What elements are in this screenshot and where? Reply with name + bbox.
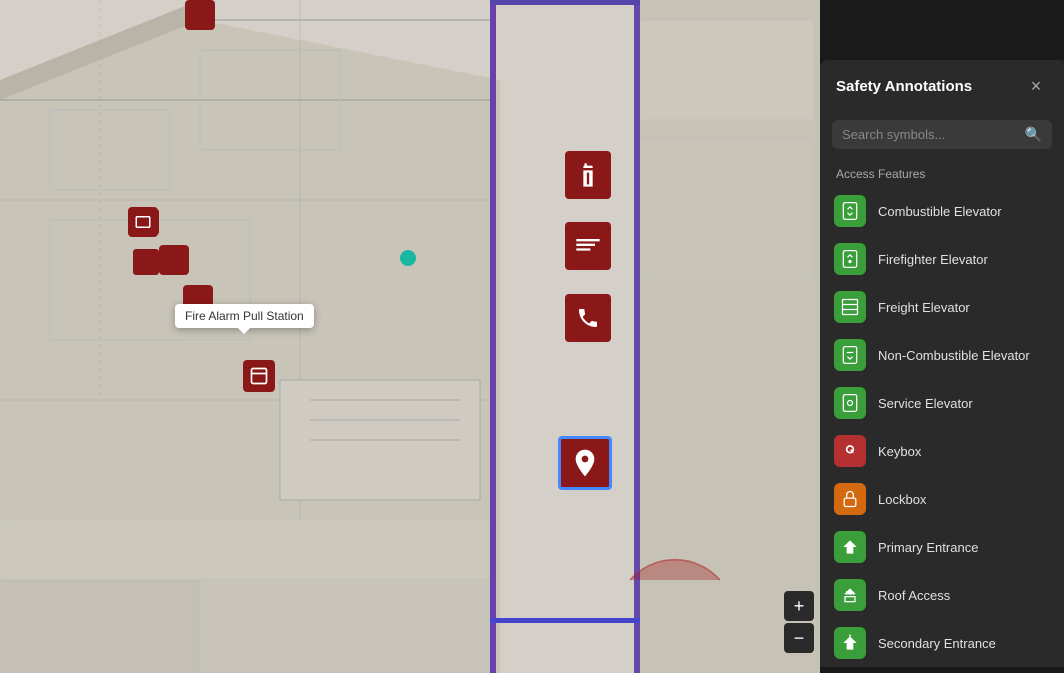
search-input[interactable] (842, 127, 1025, 142)
label-service-elevator: Service Elevator (878, 396, 973, 411)
panel-close-button[interactable]: × (1024, 74, 1048, 98)
label-firefighter-elevator: Firefighter Elevator (878, 252, 988, 267)
search-container: 🔍 (820, 112, 1064, 157)
map-icon-phone-left[interactable] (183, 285, 213, 315)
icon-combustible-elevator (834, 195, 866, 227)
panel-title: Safety Annotations (836, 78, 972, 95)
map-icon-phone[interactable] (565, 294, 611, 342)
map-area[interactable]: Fire Alarm Pull Station (0, 0, 820, 673)
list-item-service-elevator[interactable]: Service Elevator (820, 379, 1064, 427)
map-icon-selected[interactable] (558, 436, 612, 490)
label-freight-elevator: Freight Elevator (878, 300, 970, 315)
icon-roof-access: RA (834, 579, 866, 611)
map-icon-box[interactable] (243, 360, 275, 392)
search-icon: 🔍 (1025, 126, 1042, 143)
search-wrap: 🔍 (832, 120, 1052, 149)
label-keybox: Keybox (878, 444, 921, 459)
map-icon-left-3[interactable] (185, 0, 215, 30)
map-arc (610, 480, 740, 610)
icon-lockbox (834, 483, 866, 515)
zoom-controls: + − (784, 591, 814, 653)
map-icon-small-2[interactable] (133, 249, 159, 275)
map-icon-main-left[interactable] (128, 207, 158, 237)
icon-non-combustible-elevator (834, 339, 866, 371)
list-item-lockbox[interactable]: Lockbox (820, 475, 1064, 523)
zoom-out-button[interactable]: − (784, 623, 814, 653)
list-item-roof-access[interactable]: RA Roof Access (820, 571, 1064, 619)
label-primary-entrance: Primary Entrance (878, 540, 978, 555)
map-line-top (490, 0, 640, 5)
label-combustible-elevator: Combustible Elevator (878, 204, 1002, 219)
map-line-left (490, 0, 496, 673)
list-item-keybox[interactable]: Keybox (820, 427, 1064, 475)
list-item-primary-entrance[interactable]: Primary Entrance (820, 523, 1064, 571)
map-icon-left-2[interactable] (159, 245, 189, 275)
items-list: Combustible Elevator Firefighter Elevato… (820, 187, 1064, 667)
icon-firefighter-elevator (834, 243, 866, 275)
list-item-secondary-entrance[interactable]: Secondary Entrance (820, 619, 1064, 667)
icon-primary-entrance (834, 531, 866, 563)
icon-secondary-entrance (834, 627, 866, 659)
map-icon-fire-hose[interactable] (565, 222, 611, 270)
map-icon-fire-ext[interactable] (565, 151, 611, 199)
icon-freight-elevator (834, 291, 866, 323)
label-non-combustible-elevator: Non-Combustible Elevator (878, 348, 1030, 363)
safety-annotations-panel: Safety Annotations × 🔍 Access Features C… (820, 60, 1064, 667)
list-item-firefighter-elevator[interactable]: Firefighter Elevator (820, 235, 1064, 283)
map-line-bottom (490, 618, 640, 623)
section-label: Access Features (820, 157, 1064, 187)
list-item-combustible-elevator[interactable]: Combustible Elevator (820, 187, 1064, 235)
label-lockbox: Lockbox (878, 492, 926, 507)
list-item-non-combustible-elevator[interactable]: Non-Combustible Elevator (820, 331, 1064, 379)
label-secondary-entrance: Secondary Entrance (878, 636, 996, 651)
zoom-in-button[interactable]: + (784, 591, 814, 621)
map-marker-teal (400, 250, 416, 266)
panel-header: Safety Annotations × (820, 60, 1064, 112)
icon-keybox (834, 435, 866, 467)
label-roof-access: Roof Access (878, 588, 950, 603)
list-item-freight-elevator[interactable]: Freight Elevator (820, 283, 1064, 331)
icon-service-elevator (834, 387, 866, 419)
